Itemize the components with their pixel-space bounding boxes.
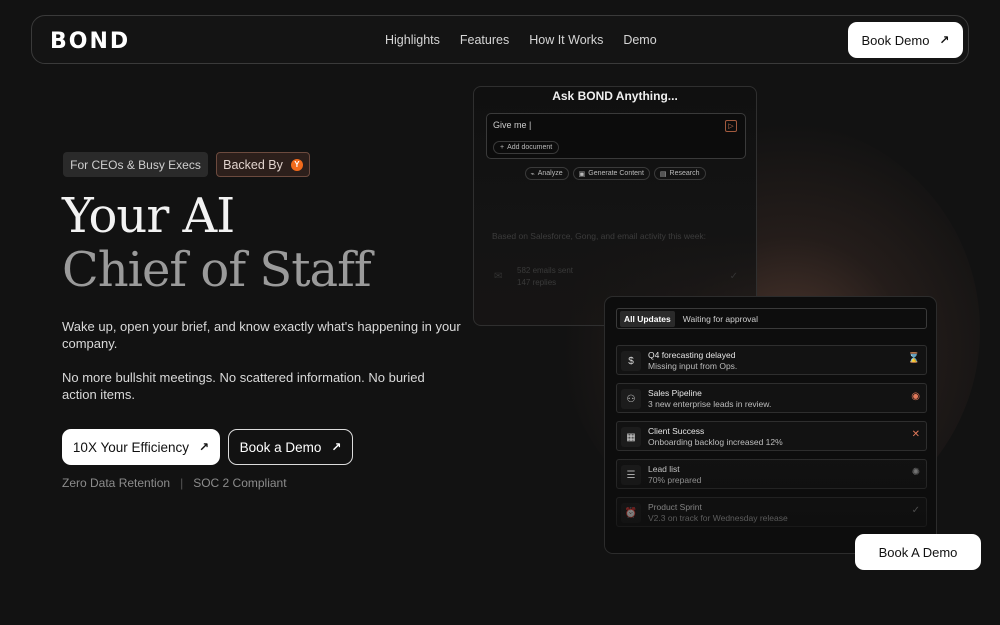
arrow-up-right-icon: ↗ — [939, 33, 950, 47]
check-icon: ✓ — [729, 271, 738, 282]
x-icon: ✕ — [911, 429, 920, 440]
hero-paragraph-2: No more bullshit meetings. No scattered … — [62, 370, 425, 402]
hero-title-line2: Chief of Staff — [62, 242, 372, 298]
update-title: Sales Pipeline — [648, 388, 702, 398]
nav-links: Highlights Features How It Works Demo — [385, 33, 657, 47]
chip-label: Generate Content — [588, 170, 644, 177]
update-subtitle: 3 new enterprise leads in review. — [648, 399, 772, 409]
hourglass-icon: ⌛ — [907, 353, 920, 364]
update-title: Lead list — [648, 464, 680, 474]
chip-research[interactable]: ▤ Research — [653, 167, 706, 180]
ask-bond-panel: Ask BOND Anything... ▷ + Add document ⌁ … — [473, 86, 757, 326]
nav-link-how-it-works[interactable]: How It Works — [529, 33, 603, 47]
list-icon: ☰ — [621, 465, 641, 485]
zero-data-retention-label: Zero Data Retention — [62, 476, 171, 490]
compliance-line: Zero Data Retention | SOC 2 Compliant — [62, 476, 287, 490]
bond-logo[interactable]: BOND — [50, 29, 130, 54]
update-subtitle: Missing input from Ops. — [648, 361, 738, 371]
plus-icon: + — [500, 144, 505, 151]
update-subtitle: 70% prepared — [648, 475, 702, 485]
backed-by-label: Backed By — [223, 157, 283, 172]
activity-text: 582 emails sent 147 replies — [517, 265, 573, 289]
tab-waiting-for-approval[interactable]: Waiting for approval — [679, 311, 762, 327]
activity-line2: 147 replies — [517, 278, 557, 287]
update-subtitle: Onboarding backlog increased 12% — [648, 437, 783, 447]
ask-input[interactable] — [493, 120, 713, 130]
update-subtitle: V2.3 on track for Wednesday release — [648, 513, 788, 523]
add-document-button[interactable]: + Add document — [493, 141, 560, 154]
hero-paragraph-1: Wake up, open your brief, and know exact… — [62, 319, 461, 351]
activity-line1: 582 emails sent — [517, 266, 574, 275]
ask-action-chips: ⌁ Analyze ▣ Generate Content ▤ Research — [474, 167, 756, 180]
efficiency-cta-button[interactable]: 10X Your Efficiency ↗ — [62, 429, 220, 465]
update-title: Client Success — [648, 426, 705, 436]
divider: | — [180, 476, 184, 490]
ask-panel-title: Ask BOND Anything... — [552, 89, 678, 103]
nav-link-highlights[interactable]: Highlights — [385, 33, 440, 47]
hero-title-line1: Your AI — [62, 188, 235, 244]
updates-panel: All Updates Waiting for approval $ Q4 fo… — [604, 296, 937, 554]
update-row[interactable]: $ Q4 forecasting delayed Missing input f… — [616, 345, 927, 375]
add-document-label: Add document — [507, 144, 553, 151]
soc2-label: SOC 2 Compliant — [193, 476, 287, 490]
updates-tabs: All Updates Waiting for approval — [616, 308, 927, 329]
book-a-demo-label: Book a Demo — [239, 439, 322, 455]
send-icon[interactable]: ▷ — [725, 120, 737, 132]
activity-row: ✉ 582 emails sent 147 replies ✓ — [492, 263, 742, 291]
backed-by-tag: Backed By Y — [216, 152, 310, 177]
calendar-icon: ▦ — [621, 427, 641, 447]
document-icon: ▤ — [659, 170, 667, 178]
chip-label: Analyze — [537, 170, 563, 177]
spinner-icon: ✺ — [911, 467, 920, 478]
efficiency-cta-label: 10X Your Efficiency — [72, 439, 190, 455]
chip-generate-content[interactable]: ▣ Generate Content — [572, 167, 650, 180]
chip-analyze[interactable]: ⌁ Analyze — [524, 167, 569, 180]
image-icon: ▣ — [578, 170, 586, 178]
arrow-up-right-icon: ↗ — [331, 440, 342, 454]
activity-heading: Based on Salesforce, Gong, and email act… — [492, 231, 707, 241]
top-navbar: BOND Highlights Features How It Works De… — [31, 15, 969, 64]
nav-link-features[interactable]: Features — [460, 33, 509, 47]
arrow-up-right-icon: ↗ — [199, 440, 210, 454]
update-row[interactable]: ▦ Client Success Onboarding backlog incr… — [616, 421, 927, 451]
ask-input-box: ▷ + Add document — [486, 113, 746, 159]
chart-icon: ⌁ — [530, 170, 535, 178]
check-icon: ✓ — [911, 505, 920, 516]
nav-link-demo[interactable]: Demo — [623, 33, 656, 47]
book-a-demo-button[interactable]: Book a Demo ↗ — [228, 429, 353, 465]
mail-icon: ✉ — [494, 271, 503, 282]
audience-tag: For CEOs & Busy Execs — [63, 152, 208, 177]
tab-all-updates[interactable]: All Updates — [620, 310, 675, 327]
users-icon: ⚇ — [621, 389, 641, 409]
y-combinator-icon: Y — [290, 158, 303, 171]
update-row[interactable]: ⏰ Product Sprint V2.3 on track for Wedne… — [616, 497, 927, 527]
nav-book-demo-button[interactable]: Book Demo ↗ — [848, 22, 963, 58]
dollar-icon: $ — [621, 351, 641, 371]
update-row[interactable]: ☰ Lead list 70% prepared ✺ — [616, 459, 927, 489]
update-row[interactable]: ⚇ Sales Pipeline 3 new enterprise leads … — [616, 383, 927, 413]
floating-book-demo-button[interactable]: Book A Demo — [855, 534, 981, 570]
eye-icon: ◉ — [911, 391, 920, 402]
update-title: Q4 forecasting delayed — [648, 350, 736, 360]
update-title: Product Sprint — [648, 502, 702, 512]
chip-label: Research — [669, 170, 700, 177]
nav-book-demo-label: Book Demo — [861, 32, 930, 48]
alarm-icon: ⏰ — [621, 503, 641, 523]
